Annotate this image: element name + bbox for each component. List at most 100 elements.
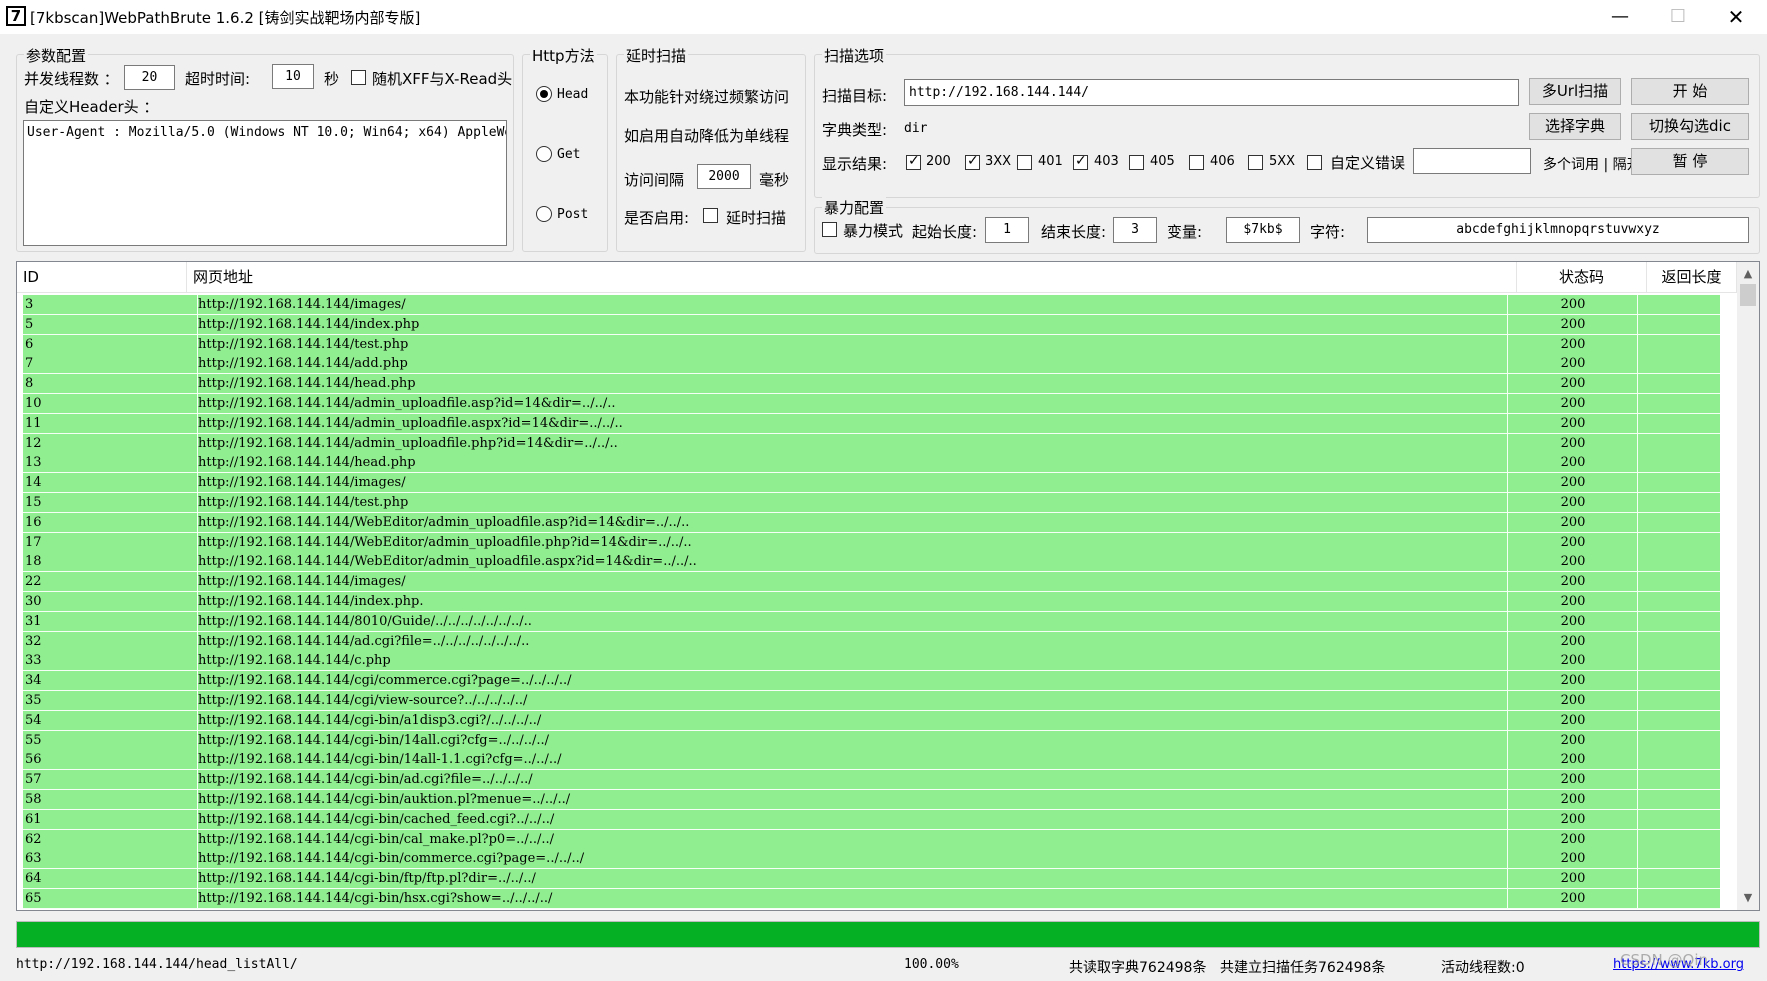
cell-url: http://192.168.144.144/cgi-bin/cached_fe… (197, 809, 1508, 829)
minimize-button[interactable]: — (1591, 0, 1649, 34)
table-row[interactable]: 18 http://192.168.144.144/WebEditor/admin… (23, 552, 1720, 573)
radio-get[interactable] (536, 146, 552, 162)
table-row[interactable]: 57 http://192.168.144.144/cgi-bin/ad.cgi?… (23, 770, 1720, 791)
scroll-thumb[interactable] (1740, 284, 1756, 306)
interval-input[interactable]: 2000 (697, 164, 751, 189)
table-row[interactable]: 10 http://192.168.144.144/admin_uploadfil… (23, 394, 1720, 414)
table-row[interactable]: 35 http://192.168.144.144/cgi/view-source… (23, 691, 1720, 711)
variable-input[interactable]: $7kb$ (1226, 217, 1300, 243)
pause-button[interactable]: 暂 停 (1631, 148, 1749, 175)
table-row[interactable]: 13 http://192.168.144.144/head.php 200 (23, 453, 1720, 474)
table-row[interactable]: 31 http://192.168.144.144/8010/Guide/../.… (23, 611, 1720, 632)
toggle-dic-button[interactable]: 切换勾选dic (1631, 113, 1749, 140)
cell-length (1637, 552, 1720, 572)
brute-group-title: 暴力配置 (822, 197, 887, 218)
radio-head[interactable] (536, 86, 552, 102)
table-body: 3 http://192.168.144.144/images/200 5 http:… (23, 295, 1720, 909)
scroll-down-arrow-icon[interactable]: ▼ (1737, 888, 1759, 908)
timeout-input[interactable]: 10 (272, 64, 314, 89)
target-input[interactable]: http://192.168.144.144/ (904, 79, 1519, 106)
table-row[interactable]: 65 http://192.168.144.144/cgi-bin/hsx.cgi… (23, 889, 1720, 909)
multi-url-scan-button[interactable]: 多Url扫描 (1529, 78, 1621, 105)
threads-input[interactable]: 20 (124, 65, 175, 90)
scroll-up-arrow-icon[interactable]: ▲ (1737, 264, 1759, 284)
cell-id: 15 (25, 495, 42, 510)
filter-403-checkbox[interactable] (1073, 153, 1088, 170)
filter-200-checkbox[interactable] (906, 153, 921, 170)
custom-error-input[interactable] (1413, 148, 1531, 174)
cell-id: 64 (25, 871, 42, 887)
vertical-scrollbar[interactable]: ▲ ▼ (1737, 262, 1759, 910)
table-row[interactable]: 32 http://192.168.144.144/ad.cgi?file=../… (23, 631, 1720, 652)
cell-status: 200 (1507, 572, 1638, 592)
random-xff-checkbox[interactable] (351, 70, 366, 85)
end-length-input[interactable]: 3 (1113, 217, 1157, 243)
cell-status: 200 (1507, 849, 1638, 869)
cell-length (1637, 889, 1720, 908)
maximize-button[interactable]: ☐ (1649, 0, 1707, 34)
table-row[interactable]: 54 http://192.168.144.144/cgi-bin/a1disp3… (23, 710, 1720, 731)
column-header-status[interactable]: 状态码 (1517, 262, 1647, 292)
table-row[interactable]: 8 http://192.168.144.144/head.php 200 (23, 374, 1720, 395)
cell-length (1637, 631, 1720, 651)
table-row[interactable]: 7 http://192.168.144.144/add.php 200 (23, 354, 1720, 375)
table-row[interactable]: 63 http://192.168.144.144/cgi-bin/commerc… (23, 849, 1720, 870)
filter-5xx-checkbox[interactable] (1248, 155, 1263, 170)
radio-post[interactable] (536, 206, 552, 222)
header-textarea[interactable]: User-Agent : Mozilla/5.0 (Windows NT 10.… (23, 120, 507, 246)
filter-3xx-checkbox[interactable] (965, 153, 980, 170)
table-row[interactable]: 61 http://192.168.144.144/cgi-bin/cached_… (23, 809, 1720, 830)
cell-url: http://192.168.144.144/8010/Guide/../../… (197, 611, 1508, 631)
table-row[interactable]: 5 http://192.168.144.144/index.php 200 (23, 314, 1720, 335)
table-row[interactable]: 16 http://192.168.144.144/WebEditor/admin… (23, 512, 1720, 533)
table-row[interactable]: 6 http://192.168.144.144/test.php 200 (23, 334, 1720, 355)
results-table[interactable]: ID 网页地址 状态码 返回长度 3 http://192.168.144.144… (16, 261, 1760, 911)
table-row[interactable]: 33 http://192.168.144.144/c.php 200 (23, 651, 1720, 672)
filter-406-label: 406 (1210, 154, 1235, 169)
cell-length (1637, 374, 1720, 394)
dict-type-value: dir (904, 121, 928, 136)
delay-enable-checkbox[interactable] (703, 208, 718, 223)
cell-url: http://192.168.144.144/images/ (197, 572, 1508, 592)
table-row[interactable]: 17 http://192.168.144.144/WebEditor/admin… (23, 532, 1720, 553)
filter-406-checkbox[interactable] (1189, 155, 1204, 170)
cell-status: 200 (1507, 631, 1638, 651)
table-row[interactable]: 11 http://192.168.144.144/admin_uploadfil… (23, 413, 1720, 434)
cell-length (1637, 334, 1720, 354)
close-button[interactable]: ✕ (1707, 0, 1765, 34)
table-row[interactable]: 64 http://192.168.144.144/cgi-bin/ftp/ftp… (23, 869, 1720, 890)
cell-length (1637, 750, 1720, 770)
table-row[interactable]: 55 http://192.168.144.144/cgi-bin/14all.c… (23, 730, 1720, 751)
table-row[interactable]: 12 http://192.168.144.144/admin_uploadfil… (23, 433, 1720, 454)
table-row[interactable]: 62 http://192.168.144.144/cgi-bin/cal_mak… (23, 829, 1720, 850)
http-method-title: Http方法 (530, 45, 597, 66)
column-header-url[interactable]: 网页地址 (187, 262, 1517, 292)
table-row[interactable]: 56 http://192.168.144.144/cgi-bin/14all-1… (23, 750, 1720, 771)
table-row[interactable]: 30 http://192.168.144.144/index.php. 200 (23, 592, 1720, 612)
start-button[interactable]: 开 始 (1631, 78, 1749, 105)
select-dict-button[interactable]: 选择字典 (1529, 113, 1621, 140)
table-row[interactable]: 15 http://192.168.144.144/test.php 200 (23, 493, 1720, 513)
table-row[interactable]: 34 http://192.168.144.144/cgi/commerce.cg… (23, 671, 1720, 692)
cell-length (1637, 849, 1720, 869)
cell-status: 200 (1507, 453, 1638, 473)
filter-401-checkbox[interactable] (1017, 155, 1032, 170)
cell-status: 200 (1507, 730, 1638, 750)
custom-error-checkbox[interactable] (1307, 155, 1322, 170)
table-row[interactable]: 22 http://192.168.144.144/images/200 (23, 572, 1720, 593)
table-row[interactable]: 3 http://192.168.144.144/images/200 (23, 295, 1720, 315)
cell-id: 5 (25, 316, 34, 332)
column-header-length[interactable]: 返回长度 (1647, 262, 1737, 292)
table-row[interactable]: 58 http://192.168.144.144/cgi-bin/auktion… (23, 790, 1720, 810)
cell-status: 200 (1507, 493, 1638, 512)
charset-input[interactable]: abcdefghijklmnopqrstuvwxyz (1367, 217, 1749, 243)
cell-url: http://192.168.144.144/ad.cgi?file=../..… (197, 631, 1508, 651)
cell-id: 18 (25, 554, 42, 570)
brute-mode-checkbox[interactable] (822, 222, 837, 237)
cell-id: 63 (25, 851, 42, 867)
filter-405-checkbox[interactable] (1129, 155, 1144, 170)
cell-url: http://192.168.144.144/cgi-bin/14all.cgi… (197, 730, 1508, 750)
table-row[interactable]: 14 http://192.168.144.144/images/200 (23, 473, 1720, 494)
column-header-id[interactable]: ID (17, 262, 187, 292)
start-length-input[interactable]: 1 (985, 217, 1029, 243)
